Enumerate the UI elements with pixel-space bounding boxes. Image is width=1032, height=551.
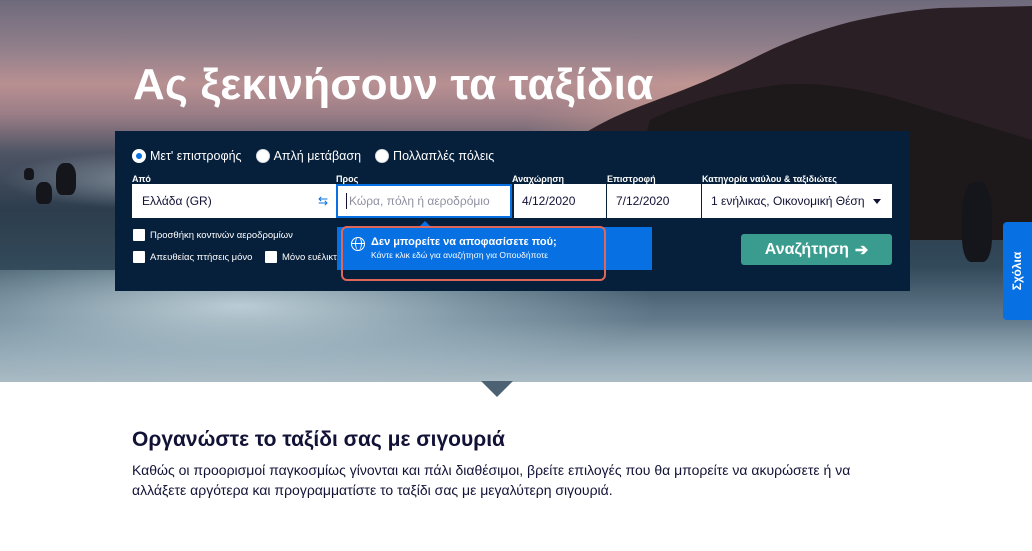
to-field[interactable]: Κώρα, πόλη ή αεροδρόμιο bbox=[336, 184, 512, 218]
depart-label: Αναχώρηση bbox=[512, 174, 565, 184]
from-value: Ελλάδα (GR) bbox=[142, 194, 212, 208]
feedback-tab[interactable]: Σχόλια bbox=[1003, 222, 1032, 320]
section-body: Καθώς οι προορισμοί παγκοσμίως γίνονται … bbox=[132, 462, 851, 498]
direct-flights-checkbox[interactable]: Απευθείας πτήσεις μόνο bbox=[133, 251, 252, 263]
swimmer-figure bbox=[36, 182, 52, 204]
trip-type-return[interactable]: Μετ' επιστροφής bbox=[132, 149, 242, 163]
checkbox-icon[interactable] bbox=[133, 229, 145, 241]
radio-selected-icon[interactable] bbox=[132, 149, 146, 163]
anywhere-suggestion-link[interactable]: Δεν μπορείτε να αποφασίσετε πού; Κάντε κ… bbox=[351, 236, 557, 260]
chevron-down-icon bbox=[873, 198, 881, 204]
from-label: Από bbox=[132, 174, 151, 184]
runner-figure bbox=[962, 182, 992, 262]
to-label: Προς bbox=[336, 174, 359, 184]
swimmer-figure bbox=[56, 163, 76, 195]
hero-title: Ας ξεκινήσουν τα ταξίδια bbox=[133, 60, 654, 109]
section-title: Οργανώστε το ταξίδι σας με σιγουριά bbox=[132, 428, 505, 451]
arrow-right-icon: ➔ bbox=[854, 241, 869, 259]
hero-notch bbox=[481, 381, 513, 397]
popup-title: Δεν μπορείτε να αποφασίσετε πού; bbox=[371, 236, 557, 248]
return-label: Επιστροφή bbox=[607, 174, 656, 184]
swimmer-figure bbox=[24, 168, 34, 180]
return-date-field[interactable]: 7/12/2020 bbox=[607, 184, 701, 218]
globe-icon bbox=[351, 237, 365, 251]
cabin-travellers-select[interactable]: 1 ενήλικας, Οικονομική Θέση bbox=[702, 184, 892, 218]
trip-type-multicity[interactable]: Πολλαπλές πόλεις bbox=[375, 149, 494, 163]
radio-unselected-icon[interactable] bbox=[375, 149, 390, 163]
flexible-tickets-checkbox[interactable]: Μόνο ευέλικτ bbox=[265, 251, 337, 263]
depart-date-field[interactable]: 4/12/2020 bbox=[514, 184, 606, 218]
trip-type-oneway[interactable]: Απλή μετάβαση bbox=[255, 149, 361, 163]
cabin-label: Κατηγορία ναύλου & ταξιδιώτες bbox=[702, 174, 837, 184]
checkbox-icon[interactable] bbox=[265, 251, 277, 263]
radio-unselected-icon[interactable] bbox=[255, 149, 270, 163]
text-cursor bbox=[346, 193, 347, 209]
search-button[interactable]: Αναζήτηση ➔ bbox=[741, 234, 892, 265]
checkbox-icon[interactable] bbox=[133, 251, 145, 263]
trip-type-selector: Μετ' επιστροφής Απλή μετάβαση Πολλαπλές … bbox=[132, 149, 494, 163]
swap-icon[interactable]: ⇆ bbox=[318, 194, 328, 208]
popup-subtitle: Κάντε κλικ εδώ για αναζήτηση για Οπουδήπ… bbox=[371, 250, 549, 260]
nearby-airports-checkbox[interactable]: Προσθήκη κοντινών αεροδρομίων bbox=[133, 229, 293, 241]
to-placeholder: Κώρα, πόλη ή αεροδρόμιο bbox=[349, 194, 490, 208]
from-field[interactable]: Ελλάδα (GR) ⇆ bbox=[132, 184, 336, 218]
